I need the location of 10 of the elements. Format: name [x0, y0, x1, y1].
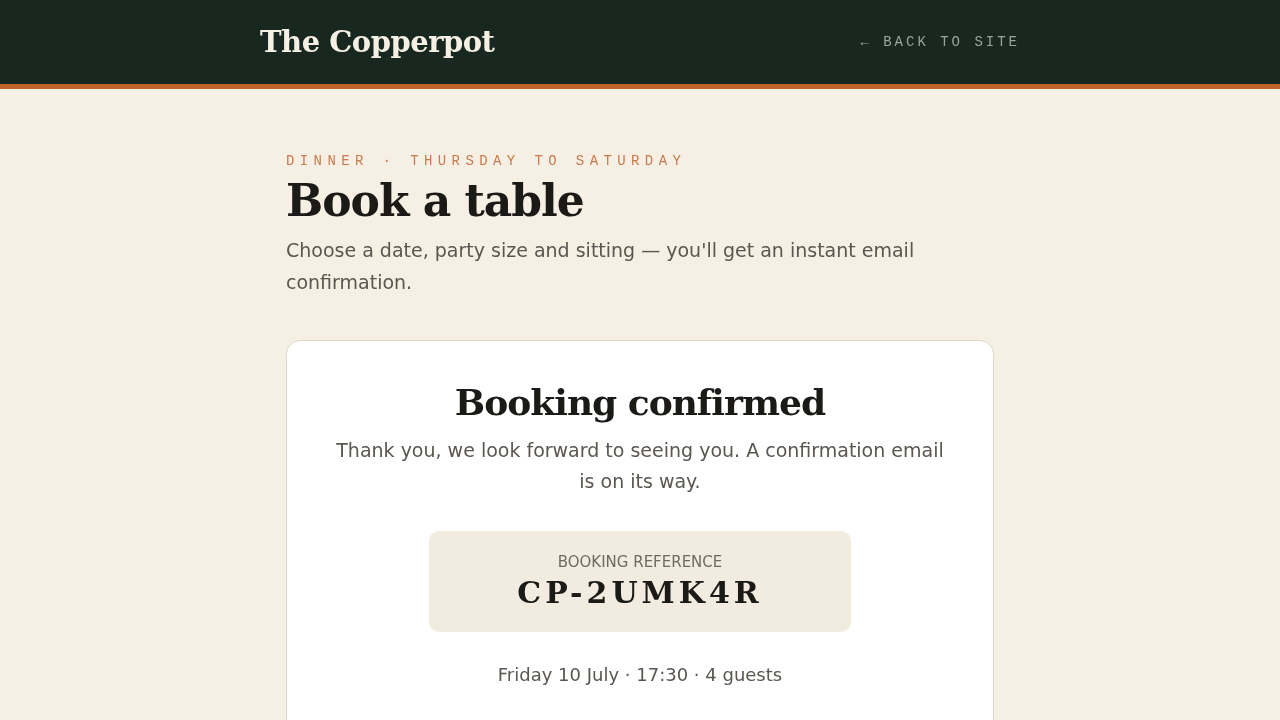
intro-text: Choose a date, party size and sitting — you'll get an instant email confirmation. — [286, 238, 916, 295]
brand-name: The Copperpot — [260, 25, 495, 59]
back-to-site-link[interactable]: ← BACK TO SITE — [860, 34, 1020, 50]
booking-summary: Friday 10 July · 17:30 · 4 guests — [496, 664, 784, 685]
eyebrow-text: DINNER · THURSDAY TO SATURDAY — [286, 153, 688, 169]
reference-label: BOOKING REFERENCE — [556, 553, 724, 571]
confirmation-title: Booking confirmed — [453, 381, 827, 423]
reference-code: CP-2UMK4R — [516, 575, 764, 610]
page-title: Book a table — [286, 175, 585, 226]
confirmation-message: Thank you, we look forward to seeing you. A confirmation email is on its way. — [335, 438, 945, 494]
